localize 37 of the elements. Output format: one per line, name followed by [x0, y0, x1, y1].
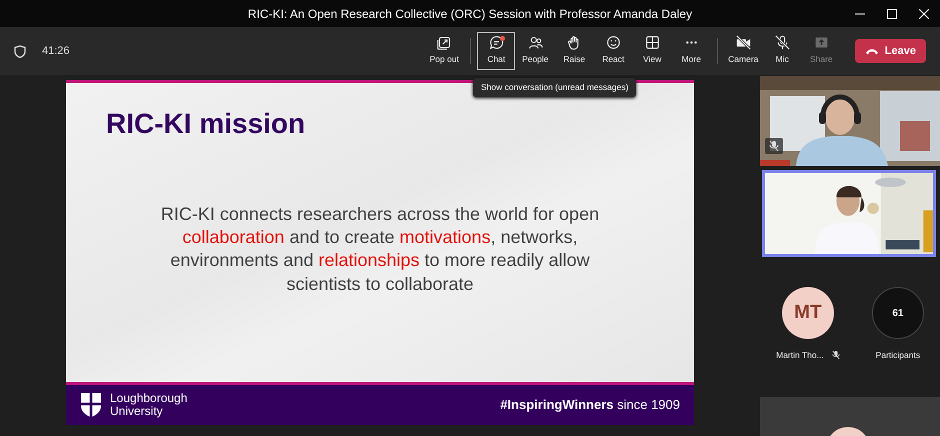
close-icon[interactable]: [919, 8, 929, 18]
slide-title: RIC-KI mission: [106, 107, 306, 141]
chat-icon: [488, 35, 504, 50]
participant-name: Participants: [876, 349, 920, 362]
smiley-icon: [606, 35, 621, 50]
meeting-timer: 41:26: [42, 44, 70, 59]
people-icon: [528, 35, 543, 50]
participant-avatar[interactable]: MT: [782, 287, 834, 339]
toolbar-button[interactable]: More: [672, 32, 710, 70]
slide-text: RIC-KI connects researchers across the world for open collaboration and to create motivations, networks, environments and relationships to more readily allow scientists to collaborate: [160, 202, 600, 296]
leave-button[interactable]: Leave: [854, 39, 926, 63]
toolbar-button[interactable]: People: [516, 32, 554, 70]
toolbar-button[interactable]: Mic: [763, 32, 802, 70]
slide-tagline: #InspiringWinners since 1909: [500, 396, 680, 414]
toolbar-button[interactable]: React: [594, 32, 632, 70]
participant-tile[interactable]: [760, 397, 940, 436]
mic-off-icon: [774, 35, 790, 50]
hang-up-icon: [864, 48, 879, 54]
crest-icon: [80, 392, 102, 418]
share-icon: [814, 35, 829, 50]
toolbar-button[interactable]: Camera: [724, 32, 762, 70]
logo-text: Loughborough: [110, 392, 188, 405]
tooltip: Show conversation (unread messages): [473, 78, 636, 97]
toolbar-button[interactable]: View: [633, 32, 672, 70]
window-title: RIC-KI: An Open Research Collective (ORC) Session with Professor Amanda Daley: [248, 6, 692, 22]
toolbar-button[interactable]: Pop out: [425, 32, 464, 70]
popout-icon: [436, 35, 452, 50]
camera-off-icon: [736, 35, 751, 50]
toolbar-button[interactable]: Chat: [477, 32, 516, 70]
logo-text: University: [110, 405, 163, 418]
toolbar-button[interactable]: Raise: [555, 32, 594, 70]
grid-icon: [644, 35, 660, 50]
participant-name: Martin Tho...: [776, 349, 824, 362]
unread-dot: [500, 36, 506, 41]
maximize-icon[interactable]: [887, 8, 897, 18]
participant-count[interactable]: 61: [872, 287, 924, 339]
shield-icon[interactable]: [14, 44, 26, 58]
